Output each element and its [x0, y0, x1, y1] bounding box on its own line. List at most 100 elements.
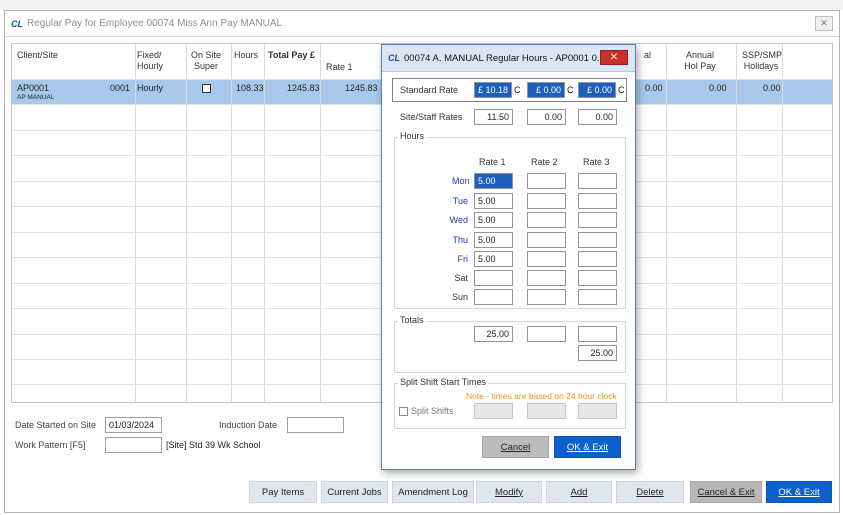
work-pattern-label: Work Pattern [F5] — [15, 440, 86, 450]
column-header-hours[interactable]: Hours — [234, 50, 258, 61]
split-shift-rate3-field — [578, 403, 617, 419]
site-staff-rate-3-field[interactable]: 0.00 — [578, 109, 617, 125]
grid-divider — [186, 44, 187, 402]
wed-rate2-field[interactable] — [527, 212, 566, 228]
grid-divider — [736, 44, 737, 402]
sun-rate2-field[interactable] — [527, 289, 566, 305]
split-shift-rate2-field — [527, 403, 566, 419]
induction-date-label: Induction Date — [219, 420, 278, 430]
row-rate1: 1245.83 — [345, 83, 378, 93]
column-header-client-site[interactable]: Client/Site — [17, 50, 58, 61]
ok-exit-button-label: OK & Exit — [778, 486, 820, 498]
column-header-ssp-smp-holidays[interactable]: SSP/SMP Holidays — [742, 50, 782, 72]
standard-rate-2-field[interactable]: £ 0.00 — [527, 82, 565, 98]
rate2-header: Rate 2 — [531, 157, 558, 167]
add-button-label: Add — [570, 486, 588, 498]
wed-rate3-field[interactable] — [578, 212, 617, 228]
standard-rate-1-field[interactable]: £ 10.18 — [474, 82, 512, 98]
sun-rate1-field[interactable] — [474, 289, 513, 305]
mon-rate2-field[interactable] — [527, 173, 566, 189]
dialog-close-button[interactable]: ✕ — [600, 50, 628, 65]
close-window-button[interactable]: ✕ — [815, 16, 833, 31]
date-started-field[interactable]: 01/03/2024 — [105, 417, 162, 433]
standard-rate-3-field[interactable]: £ 0.00 — [578, 82, 616, 98]
column-header-on-site-super[interactable]: On Site Super — [190, 50, 222, 72]
split-shift-group-label: Split Shift Start Times — [398, 377, 489, 387]
modify-button[interactable]: Modify — [476, 481, 542, 503]
work-pattern-field[interactable] — [105, 437, 162, 453]
day-label-wed: Wed — [449, 215, 468, 225]
fri-rate3-field[interactable] — [578, 251, 617, 267]
fri-rate2-field[interactable] — [527, 251, 566, 267]
date-started-label: Date Started on Site — [15, 420, 97, 430]
column-header-rate1[interactable]: Rate 1 — [326, 62, 353, 73]
sat-rate2-field[interactable] — [527, 270, 566, 286]
tue-rate2-field[interactable] — [527, 193, 566, 209]
site-staff-rate-1-field[interactable]: 11.50 — [474, 109, 513, 125]
thu-rate3-field[interactable] — [578, 232, 617, 248]
column-header-annual-partial[interactable]: al — [644, 50, 651, 61]
dialog-cancel-label: Cancel — [500, 441, 531, 453]
dialog-cancel-button[interactable]: Cancel — [482, 436, 549, 458]
row-site-code: AP0001 — [17, 83, 50, 93]
split-shifts-checkbox[interactable] — [399, 407, 408, 416]
window-titlebar: CL Regular Pay for Employee 00074 Miss A… — [5, 11, 839, 37]
ok-exit-button[interactable]: OK & Exit — [766, 481, 832, 503]
dialog-ok-exit-button[interactable]: OK & Exit — [554, 436, 621, 458]
day-label-sun: Sun — [452, 292, 469, 302]
column-header-total-pay[interactable]: Total Pay £ — [268, 50, 315, 61]
sat-rate1-field[interactable] — [474, 270, 513, 286]
row-hours: 108.33 — [236, 83, 264, 93]
mon-rate1-field[interactable]: 5.00 — [474, 173, 513, 189]
tue-rate3-field[interactable] — [578, 193, 617, 209]
add-button[interactable]: Add — [546, 481, 612, 503]
day-label-fri: Fri — [457, 254, 469, 264]
tue-rate1-field[interactable]: 5.00 — [474, 193, 513, 209]
work-pattern-description: [Site] Std 39 Wk School — [166, 440, 261, 450]
induction-date-field[interactable] — [287, 417, 344, 433]
rate1-header: Rate 1 — [479, 157, 506, 167]
on-site-super-checkbox[interactable] — [202, 84, 211, 93]
regular-hours-dialog: CL 00074 A. MANUAL Regular Hours - AP000… — [381, 44, 636, 470]
standard-rate-2-suffix: C — [567, 85, 574, 95]
grid-divider — [320, 44, 321, 402]
amendment-log-button[interactable]: Amendment Log — [392, 481, 474, 503]
total-rate3-field — [578, 326, 617, 342]
standard-rate-3-suffix: C — [618, 85, 625, 95]
dialog-titlebar: CL 00074 A. MANUAL Regular Hours - AP000… — [382, 45, 635, 72]
background-window-strip — [0, 0, 843, 10]
grand-total-field: 25.00 — [578, 345, 617, 361]
current-jobs-button[interactable]: Current Jobs — [321, 481, 388, 503]
day-label-sat: Sat — [454, 273, 468, 283]
window-title: Regular Pay for Employee 00074 Miss Ann … — [27, 18, 283, 29]
thu-rate2-field[interactable] — [527, 232, 566, 248]
sun-rate3-field[interactable] — [578, 289, 617, 305]
delete-button[interactable]: Delete — [616, 481, 684, 503]
mon-rate3-field[interactable] — [578, 173, 617, 189]
standard-rate-1-suffix: C — [514, 85, 521, 95]
thu-rate1-field[interactable]: 5.00 — [474, 232, 513, 248]
wed-rate1-field[interactable]: 5.00 — [474, 212, 513, 228]
column-header-annual-hol-pay[interactable]: Annual Hol Pay — [681, 50, 719, 72]
rate3-header: Rate 3 — [583, 157, 610, 167]
row-fixed-hourly: Hourly — [137, 83, 164, 93]
site-staff-rate-2-field[interactable]: 0.00 — [527, 109, 566, 125]
sat-rate3-field[interactable] — [578, 270, 617, 286]
split-shifts-label: Split Shifts — [411, 406, 454, 416]
grid-divider — [135, 44, 136, 402]
row-site-number: 0001 — [110, 83, 131, 93]
column-header-fixed-hourly[interactable]: Fixed/ Hourly — [137, 50, 177, 72]
cancel-exit-button[interactable]: Cancel & Exit — [690, 481, 762, 503]
fri-rate1-field[interactable]: 5.00 — [474, 251, 513, 267]
app-logo-icon: CL — [11, 18, 23, 29]
total-rate2-field — [527, 326, 566, 342]
row-site-name: AP MANUAL — [17, 94, 55, 101]
dialog-title: 00074 A. MANUAL Regular Hours - AP0001 0… — [404, 52, 605, 64]
hours-group-label: Hours — [398, 131, 427, 141]
split-shift-rate1-field — [474, 403, 513, 419]
pay-items-button[interactable]: Pay Items — [249, 481, 317, 503]
grid-divider — [231, 44, 232, 402]
row-value-b: 0.00 — [709, 83, 727, 93]
grid-divider — [666, 44, 667, 402]
day-label-tue: Tue — [452, 196, 468, 206]
